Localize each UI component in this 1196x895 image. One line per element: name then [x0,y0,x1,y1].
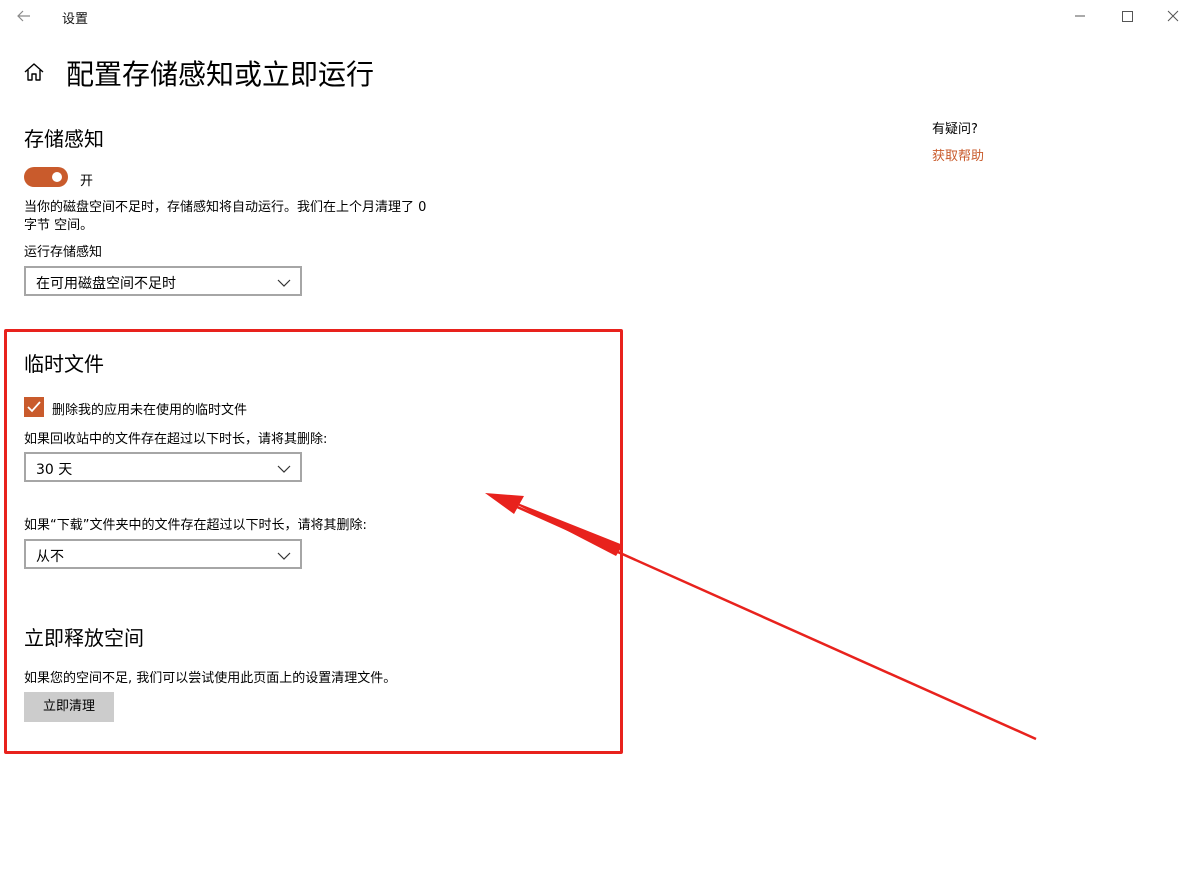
annotation-arrow [485,493,1037,741]
